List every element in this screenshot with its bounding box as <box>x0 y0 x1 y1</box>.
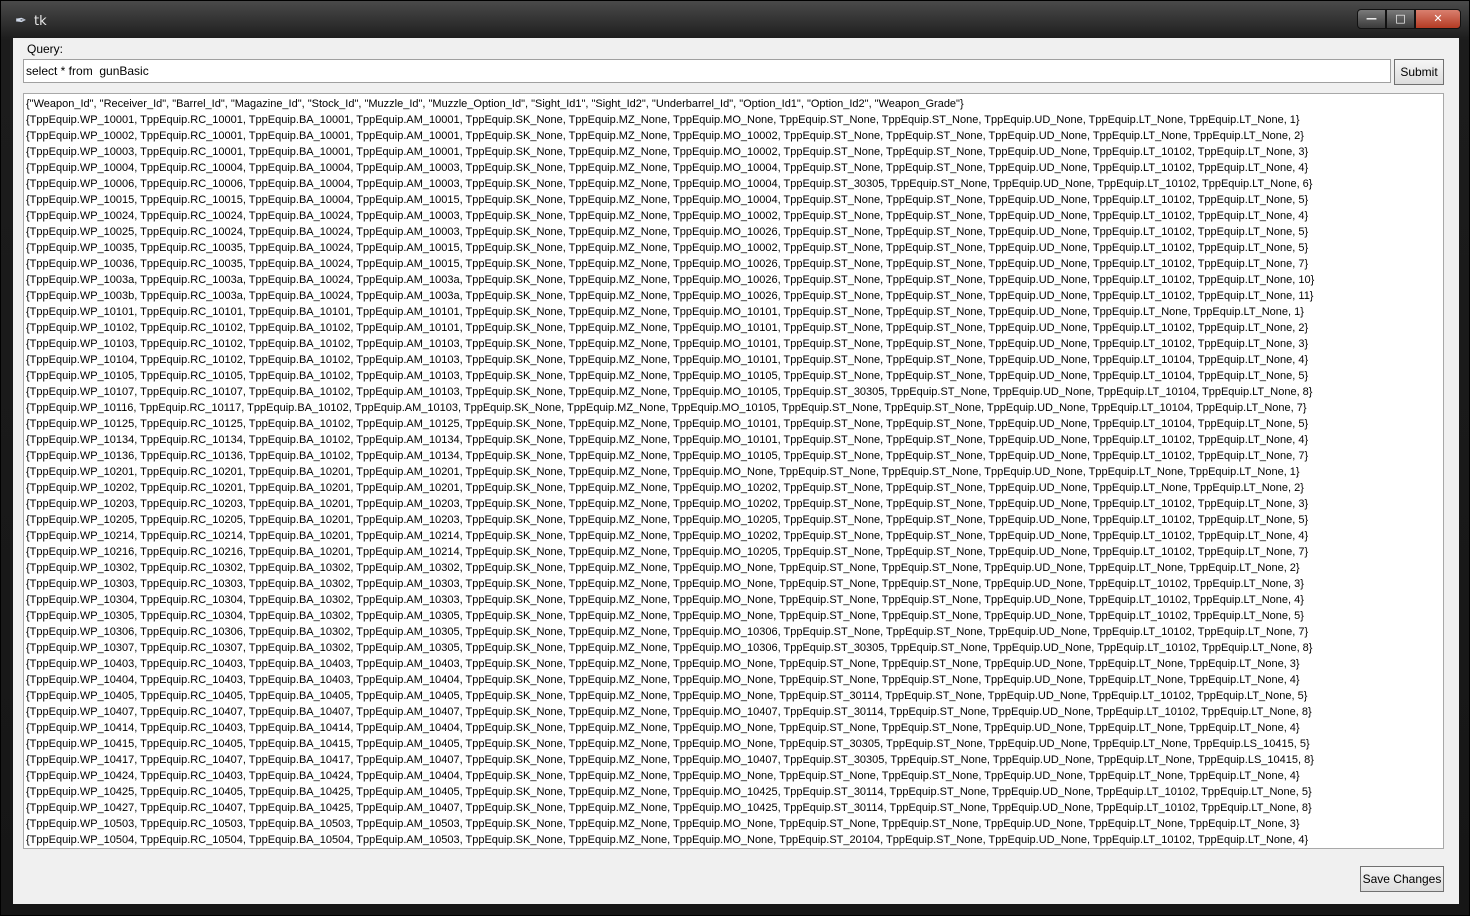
result-line: {TppEquip.WP_10414, TppEquip.RC_10403, T… <box>26 722 1300 734</box>
result-line: {TppEquip.WP_10216, TppEquip.RC_10216, T… <box>26 546 1309 558</box>
result-line: {TppEquip.WP_10424, TppEquip.RC_10403, T… <box>26 770 1300 782</box>
results-text-area[interactable]: {"Weapon_Id", "Receiver_Id", "Barrel_Id"… <box>23 93 1444 849</box>
result-line: {TppEquip.WP_1003a, TppEquip.RC_1003a, T… <box>26 274 1315 286</box>
result-line: {TppEquip.WP_10102, TppEquip.RC_10102, T… <box>26 322 1309 334</box>
result-line: {TppEquip.WP_10002, TppEquip.RC_10001, T… <box>26 130 1304 142</box>
save-changes-button[interactable]: Save Changes <box>1360 866 1444 892</box>
result-line: {TppEquip.WP_10001, TppEquip.RC_10001, T… <box>26 114 1300 126</box>
query-input[interactable] <box>23 59 1391 83</box>
result-line: {TppEquip.WP_10202, TppEquip.RC_10201, T… <box>26 482 1304 494</box>
result-line: {TppEquip.WP_10504, TppEquip.RC_10504, T… <box>26 834 1309 846</box>
result-line: {TppEquip.WP_10103, TppEquip.RC_10102, T… <box>26 338 1309 350</box>
result-line: {TppEquip.WP_10415, TppEquip.RC_10405, T… <box>26 738 1310 750</box>
result-line: {TppEquip.WP_10015, TppEquip.RC_10015, T… <box>26 194 1309 206</box>
result-line: {TppEquip.WP_10302, TppEquip.RC_10302, T… <box>26 562 1300 574</box>
result-line: {TppEquip.WP_10116, TppEquip.RC_10117, T… <box>26 402 1307 414</box>
caption-buttons: — □ ✕ <box>1357 9 1461 29</box>
result-line: {TppEquip.WP_10003, TppEquip.RC_10001, T… <box>26 146 1309 158</box>
close-button[interactable]: ✕ <box>1415 9 1461 29</box>
maximize-button[interactable]: □ <box>1386 9 1415 29</box>
result-line: {TppEquip.WP_10203, TppEquip.RC_10203, T… <box>26 498 1309 510</box>
result-line: {TppEquip.WP_10101, TppEquip.RC_10101, T… <box>26 306 1304 318</box>
feather-icon: ✒ <box>15 13 27 29</box>
app-window: ✒ tk — □ ✕ Query: Submit {"Weapon_Id", "… <box>0 0 1470 916</box>
result-line: {TppEquip.WP_10107, TppEquip.RC_10107, T… <box>26 386 1313 398</box>
result-line: {TppEquip.WP_10205, TppEquip.RC_10205, T… <box>26 514 1309 526</box>
result-line: {TppEquip.WP_1003b, TppEquip.RC_1003a, T… <box>26 290 1314 302</box>
result-line: {TppEquip.WP_10307, TppEquip.RC_10307, T… <box>26 642 1313 654</box>
result-line: {TppEquip.WP_10305, TppEquip.RC_10304, T… <box>26 610 1304 622</box>
result-line: {TppEquip.WP_10425, TppEquip.RC_10405, T… <box>26 786 1312 798</box>
result-line: {TppEquip.WP_10427, TppEquip.RC_10407, T… <box>26 802 1312 814</box>
window-title: tk <box>34 14 47 29</box>
submit-button[interactable]: Submit <box>1394 59 1444 85</box>
result-line: {TppEquip.WP_10004, TppEquip.RC_10004, T… <box>26 162 1309 174</box>
query-label: Query: <box>27 42 64 56</box>
result-line: {TppEquip.WP_10407, TppEquip.RC_10407, T… <box>26 706 1312 718</box>
minimize-button[interactable]: — <box>1357 9 1386 29</box>
result-line: {TppEquip.WP_10134, TppEquip.RC_10134, T… <box>26 434 1309 446</box>
result-line: {TppEquip.WP_10303, TppEquip.RC_10303, T… <box>26 578 1304 590</box>
result-line: {TppEquip.WP_10036, TppEquip.RC_10035, T… <box>26 258 1309 270</box>
result-line: {TppEquip.WP_10035, TppEquip.RC_10035, T… <box>26 242 1309 254</box>
result-line: {TppEquip.WP_10201, TppEquip.RC_10201, T… <box>26 466 1300 478</box>
result-line: {TppEquip.WP_10405, TppEquip.RC_10405, T… <box>26 690 1308 702</box>
result-line: {TppEquip.WP_10417, TppEquip.RC_10407, T… <box>26 754 1314 766</box>
result-line: {TppEquip.WP_10025, TppEquip.RC_10024, T… <box>26 226 1309 238</box>
result-line: {TppEquip.WP_10214, TppEquip.RC_10214, T… <box>26 530 1309 542</box>
result-header-line: {"Weapon_Id", "Receiver_Id", "Barrel_Id"… <box>26 98 964 110</box>
result-line: {TppEquip.WP_10006, TppEquip.RC_10006, T… <box>26 178 1313 190</box>
result-line: {TppEquip.WP_10503, TppEquip.RC_10503, T… <box>26 818 1300 830</box>
result-line: {TppEquip.WP_10105, TppEquip.RC_10105, T… <box>26 370 1309 382</box>
result-line: {TppEquip.WP_10306, TppEquip.RC_10306, T… <box>26 626 1309 638</box>
title-bar[interactable]: ✒ tk — □ ✕ <box>1 1 1469 37</box>
result-line: {TppEquip.WP_10024, TppEquip.RC_10024, T… <box>26 210 1309 222</box>
result-line: {TppEquip.WP_10403, TppEquip.RC_10403, T… <box>26 658 1300 670</box>
result-line: {TppEquip.WP_10125, TppEquip.RC_10125, T… <box>26 418 1309 430</box>
result-line: {TppEquip.WP_10104, TppEquip.RC_10102, T… <box>26 354 1309 366</box>
result-line: {TppEquip.WP_10404, TppEquip.RC_10403, T… <box>26 674 1300 686</box>
result-line: {TppEquip.WP_10136, TppEquip.RC_10136, T… <box>26 450 1309 462</box>
result-line: {TppEquip.WP_10304, TppEquip.RC_10304, T… <box>26 594 1304 606</box>
client-area: Query: Submit {"Weapon_Id", "Receiver_Id… <box>13 38 1459 904</box>
